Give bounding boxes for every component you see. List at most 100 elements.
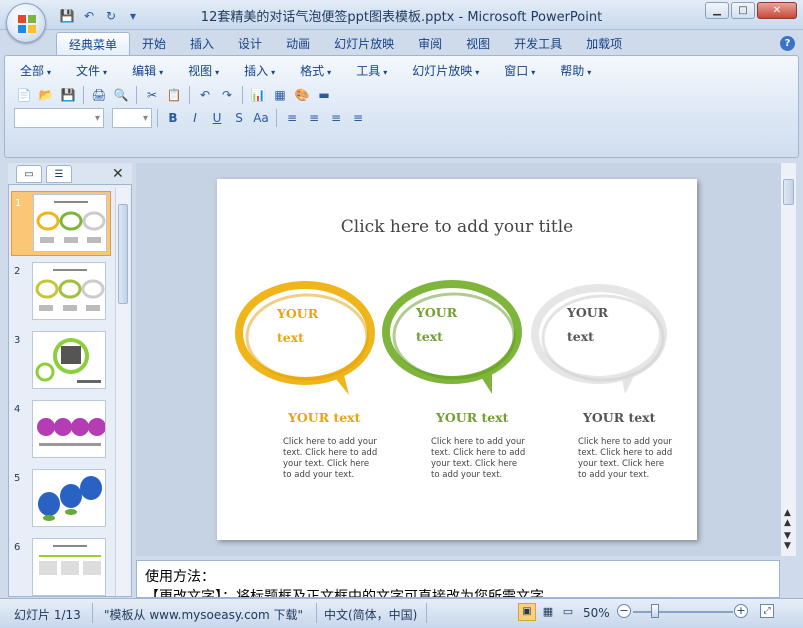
menu-view[interactable]: 视图 ▾ — [182, 62, 225, 80]
slides-tab[interactable]: ▭ — [16, 165, 42, 183]
chevron-down-icon: ▾ — [475, 68, 480, 77]
menu-slideshow[interactable]: 幻灯片放映 ▾ — [406, 62, 485, 80]
previous-slide-icon[interactable]: ▲ ▲ — [784, 508, 791, 528]
slide-number: 4 — [14, 404, 21, 415]
bubble-3-line1[interactable]: YOUR — [567, 305, 608, 320]
tab-view[interactable]: 视图 — [454, 32, 502, 56]
next-slide-icon[interactable]: ▼ ▼ — [784, 531, 791, 551]
menu-format[interactable]: 格式 ▾ — [294, 62, 337, 80]
menu-insert[interactable]: 插入 ▾ — [238, 62, 281, 80]
undo-icon[interactable]: ↶ — [195, 85, 215, 105]
chevron-down-icon: ▾ — [271, 68, 276, 77]
tab-design[interactable]: 设计 — [226, 32, 274, 56]
open-icon[interactable]: 📂 — [36, 85, 56, 105]
bubble-2-body[interactable]: Click here to add your text. Click here … — [431, 437, 527, 481]
tab-addins[interactable]: 加载项 — [574, 32, 634, 56]
preview-icon[interactable]: 🔍 — [111, 85, 131, 105]
slides-pane-scrollbar[interactable] — [115, 188, 129, 596]
chevron-down-icon: ▾ — [47, 68, 52, 77]
slide-thumbnail[interactable]: 2 — [11, 260, 111, 325]
new-icon[interactable]: 📄 — [14, 85, 34, 105]
minimize-button[interactable]: ▁ — [705, 2, 729, 19]
close-button[interactable]: ✕ — [757, 2, 797, 19]
font-name-combo[interactable]: ▾ — [14, 108, 104, 128]
language-indicator[interactable]: 中文(简体，中国) — [324, 606, 417, 623]
slide-thumbnail[interactable]: 5 — [11, 467, 111, 532]
line-icon[interactable]: ▬ — [314, 85, 334, 105]
slide-thumbnail[interactable]: 1 — [11, 191, 111, 256]
font-size-combo[interactable]: ▾ — [112, 108, 152, 128]
outline-tab[interactable]: ☰ — [46, 165, 72, 183]
menu-edit[interactable]: 编辑 ▾ — [126, 62, 169, 80]
scrollbar-thumb[interactable] — [118, 204, 128, 304]
slide-number: 5 — [14, 473, 21, 484]
notes-pane[interactable]: 使用方法： 【更改文字】：将标题框及正文框中的文字可直接改为您所需文字 — [136, 560, 780, 598]
menu-help[interactable]: 帮助 ▾ — [554, 62, 597, 80]
scrollbar-thumb[interactable] — [783, 179, 794, 205]
toolbar-divider — [276, 109, 277, 127]
tab-developer[interactable]: 开发工具 — [502, 32, 574, 56]
table-icon[interactable]: ▦ — [270, 85, 290, 105]
underline-button[interactable]: U — [207, 108, 227, 128]
tab-insert[interactable]: 插入 — [178, 32, 226, 56]
save-icon[interactable]: 💾 — [58, 85, 78, 105]
bubble-3-line2[interactable]: text — [567, 329, 594, 344]
slide-thumbnail[interactable]: 3 — [11, 329, 111, 394]
bubble-2-line1[interactable]: YOUR — [416, 305, 457, 320]
slide-sorter-icon[interactable]: ▦ — [539, 603, 557, 621]
close-pane-icon[interactable]: ✕ — [112, 166, 124, 182]
tab-review[interactable]: 审阅 — [406, 32, 454, 56]
slide[interactable]: Click here to add your title YOUR text Y… — [217, 179, 697, 540]
bubble-3-body[interactable]: Click here to add your text. Click here … — [578, 437, 674, 481]
thumbnail-image — [32, 331, 106, 389]
slide-title[interactable]: Click here to add your title — [217, 217, 697, 237]
status-divider — [92, 603, 93, 623]
change-case-button[interactable]: Aa — [251, 108, 271, 128]
bubble-3-heading[interactable]: YOUR text — [583, 410, 655, 425]
office-button[interactable] — [6, 3, 46, 43]
redo-icon[interactable]: ↷ — [217, 85, 237, 105]
slide-thumbnail[interactable]: 6 — [11, 536, 111, 601]
slide-scrollbar[interactable]: ▲ ▲ ▼ ▼ — [780, 163, 796, 556]
slideshow-icon[interactable]: ▭ — [559, 603, 577, 621]
help-icon[interactable]: ? — [780, 36, 795, 51]
bubble-1-body[interactable]: Click here to add your text. Click here … — [283, 437, 379, 481]
menu-file[interactable]: 文件 ▾ — [70, 62, 113, 80]
slide-thumbnail[interactable]: 4 — [11, 398, 111, 463]
tab-home[interactable]: 开始 — [130, 32, 178, 56]
italic-button[interactable]: I — [185, 108, 205, 128]
zoom-slider-track[interactable] — [633, 611, 733, 613]
menu-tools[interactable]: 工具 ▾ — [350, 62, 393, 80]
color-icon[interactable]: 🎨 — [292, 85, 312, 105]
paste-icon[interactable]: 📋 — [164, 85, 184, 105]
normal-view-icon[interactable]: ▣ — [518, 603, 536, 621]
align-left-icon[interactable]: ≡ — [282, 108, 302, 128]
maximize-button[interactable]: □ — [731, 2, 755, 19]
zoom-slider-thumb[interactable] — [651, 604, 659, 618]
chart-icon[interactable]: 📊 — [248, 85, 268, 105]
bubble-1-heading[interactable]: YOUR text — [288, 410, 360, 425]
zoom-level[interactable]: 50% — [583, 606, 610, 620]
zoom-out-icon[interactable]: − — [617, 604, 631, 618]
menu-insert-label: 插入 — [244, 64, 269, 78]
zoom-in-icon[interactable]: + — [734, 604, 748, 618]
chevron-down-icon: ▾ — [531, 68, 536, 77]
tab-slideshow[interactable]: 幻灯片放映 — [322, 32, 406, 56]
cut-icon[interactable]: ✂ — [142, 85, 162, 105]
menu-window[interactable]: 窗口 ▾ — [498, 62, 541, 80]
shadow-button[interactable]: S — [229, 108, 249, 128]
justify-icon[interactable]: ≡ — [348, 108, 368, 128]
tab-animation[interactable]: 动画 — [274, 32, 322, 56]
bubble-2-line2[interactable]: text — [416, 329, 443, 344]
fit-to-window-icon[interactable]: ⤢ — [760, 604, 774, 618]
tab-classic-menu[interactable]: 经典菜单 — [56, 32, 131, 56]
menu-all[interactable]: 全部 ▾ — [14, 62, 57, 80]
bubble-1-line2[interactable]: text — [277, 330, 304, 345]
bubble-2-heading[interactable]: YOUR text — [436, 410, 508, 425]
toolbar-divider — [242, 86, 243, 104]
print-icon[interactable]: 🖨 — [89, 85, 109, 105]
align-right-icon[interactable]: ≡ — [326, 108, 346, 128]
bubble-1-line1[interactable]: YOUR — [277, 306, 318, 321]
align-center-icon[interactable]: ≡ — [304, 108, 324, 128]
bold-button[interactable]: B — [163, 108, 183, 128]
